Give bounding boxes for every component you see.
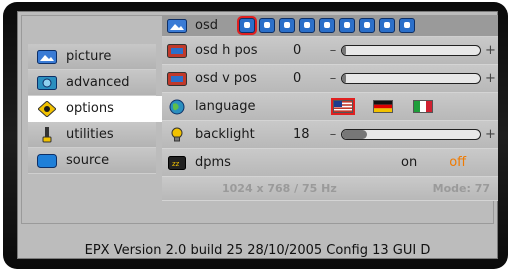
decrease-button[interactable]: – (329, 43, 337, 58)
nav-item-advanced[interactable]: advanced (28, 70, 156, 96)
osd-h-pos-slider[interactable]: – + (329, 43, 496, 58)
setting-row-dpms: zz dpms on off (162, 149, 498, 177)
nav-item-utilities[interactable]: utilities (28, 122, 156, 148)
osd-style-option-icon[interactable] (379, 18, 395, 33)
osd-style-option-icon[interactable] (339, 18, 355, 33)
options-icon (36, 100, 58, 117)
utilities-icon (36, 126, 58, 143)
slider-track[interactable] (341, 45, 481, 56)
language-options (333, 100, 433, 113)
slider-fill (342, 130, 367, 139)
nav-label: source (66, 153, 110, 168)
osd-style-option-icon[interactable] (259, 18, 275, 33)
it-flag-icon[interactable] (413, 100, 433, 113)
increase-button[interactable]: + (485, 127, 496, 142)
options-settings-list: osd osd h pos 0 – + osd v pos 0 – + lang… (162, 15, 498, 201)
osd-icon (167, 18, 187, 34)
advanced-icon (36, 75, 58, 91)
setting-row-osd: osd (162, 15, 498, 37)
svg-text:zz: zz (172, 160, 180, 168)
setting-value: 0 (293, 43, 302, 58)
slider-track[interactable] (341, 129, 481, 140)
nav-label: options (66, 101, 114, 116)
decrease-button[interactable]: – (329, 71, 337, 86)
osd-style-option-icon[interactable] (239, 18, 255, 33)
setting-label: dpms (195, 155, 231, 170)
version-footer: EPX Version 2.0 build 25 28/10/2005 Conf… (84, 243, 431, 258)
setting-label: language (195, 99, 256, 114)
us-flag-icon[interactable] (333, 100, 353, 113)
resolution-info-row: 1024 x 768 / 75 Hz Mode: 77 (162, 177, 498, 201)
osd-style-option-icon[interactable] (299, 18, 315, 33)
globe-icon (167, 99, 187, 115)
dpms-toggle[interactable]: on off (401, 155, 466, 170)
sleep-icon: zz (167, 155, 187, 171)
nav-item-source[interactable]: source (28, 148, 156, 174)
nav-label: advanced (66, 75, 130, 90)
osd-style-option-icon[interactable] (279, 18, 295, 33)
lightbulb-icon (167, 127, 187, 143)
setting-value: 0 (293, 71, 302, 86)
nav-label: picture (66, 49, 112, 64)
decrease-button[interactable]: – (329, 127, 337, 142)
increase-button[interactable]: + (485, 71, 496, 86)
setting-row-backlight: backlight 18 – + (162, 121, 498, 149)
setting-value: 18 (293, 127, 310, 142)
setting-row-osd-v-pos: osd v pos 0 – + (162, 65, 498, 93)
osd-style-option-icon[interactable] (399, 18, 415, 33)
de-flag-icon[interactable] (373, 100, 393, 113)
dpms-off-option[interactable]: off (449, 155, 466, 170)
setting-row-language: language (162, 93, 498, 121)
osd-v-pos-slider[interactable]: – + (329, 71, 496, 86)
osd-style-option-icon[interactable] (359, 18, 375, 33)
picture-icon (36, 49, 58, 65)
slider-fill (342, 74, 347, 83)
setting-label: osd v pos (195, 71, 257, 86)
setting-label: osd h pos (195, 43, 258, 58)
category-nav: picture advanced options utilities sourc… (28, 44, 162, 174)
nav-item-picture[interactable]: picture (28, 44, 156, 70)
increase-button[interactable]: + (485, 43, 496, 58)
backlight-slider[interactable]: – + (329, 127, 496, 142)
osd-style-option-icon[interactable] (319, 18, 335, 33)
setting-label: osd (195, 18, 218, 33)
osd-style-selector (239, 18, 415, 33)
osd-v-pos-icon (167, 71, 187, 87)
source-icon (36, 153, 58, 169)
dpms-on-option[interactable]: on (401, 155, 417, 170)
nav-label: utilities (66, 127, 114, 142)
slider-track[interactable] (341, 73, 481, 84)
setting-label: backlight (195, 127, 255, 142)
setting-row-osd-h-pos: osd h pos 0 – + (162, 37, 498, 65)
mode-text: Mode: 77 (432, 182, 490, 195)
nav-item-options[interactable]: options (28, 96, 162, 122)
resolution-text: 1024 x 768 / 75 Hz (222, 182, 337, 195)
osd-h-pos-icon (167, 43, 187, 59)
slider-fill (342, 46, 347, 55)
